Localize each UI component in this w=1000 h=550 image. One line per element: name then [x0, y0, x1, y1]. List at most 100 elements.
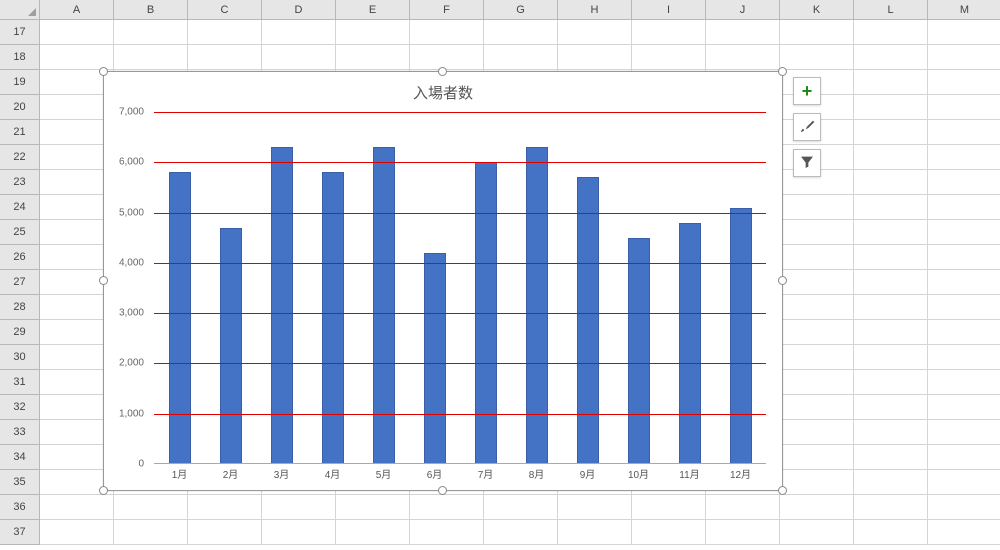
bar[interactable] [322, 172, 344, 464]
cell[interactable] [632, 520, 706, 545]
cell[interactable] [114, 495, 188, 520]
cell[interactable] [928, 395, 1000, 420]
cell[interactable] [706, 520, 780, 545]
cell[interactable] [780, 270, 854, 295]
cell[interactable] [928, 470, 1000, 495]
cell[interactable] [410, 495, 484, 520]
cell[interactable] [780, 370, 854, 395]
cell[interactable] [854, 220, 928, 245]
cell[interactable] [928, 320, 1000, 345]
row-header[interactable]: 23 [0, 170, 40, 195]
cell[interactable] [928, 120, 1000, 145]
cell[interactable] [928, 345, 1000, 370]
select-all-corner[interactable] [0, 0, 40, 20]
row-header[interactable]: 30 [0, 345, 40, 370]
column-header[interactable]: D [262, 0, 336, 20]
cell[interactable] [780, 45, 854, 70]
cell[interactable] [854, 95, 928, 120]
chart-filters-button[interactable] [793, 149, 821, 177]
cell[interactable] [558, 495, 632, 520]
bar[interactable] [424, 253, 446, 464]
chart-plot-area[interactable] [154, 112, 766, 464]
bar[interactable] [373, 147, 395, 464]
cell[interactable] [780, 195, 854, 220]
cell[interactable] [854, 120, 928, 145]
chart-styles-button[interactable] [793, 113, 821, 141]
column-header[interactable]: F [410, 0, 484, 20]
chart-title[interactable]: 入場者数 [104, 72, 782, 109]
row-header[interactable]: 32 [0, 395, 40, 420]
cell[interactable] [854, 270, 928, 295]
bar[interactable] [526, 147, 548, 464]
row-header[interactable]: 37 [0, 520, 40, 545]
cell[interactable] [632, 20, 706, 45]
cell[interactable] [854, 45, 928, 70]
cell[interactable] [558, 45, 632, 70]
cell[interactable] [410, 45, 484, 70]
cell[interactable] [780, 345, 854, 370]
row-header[interactable]: 34 [0, 445, 40, 470]
cell[interactable] [928, 95, 1000, 120]
row-header[interactable]: 25 [0, 220, 40, 245]
resize-handle-s[interactable] [438, 486, 447, 495]
cell[interactable] [780, 320, 854, 345]
cell[interactable] [780, 445, 854, 470]
cell[interactable] [40, 520, 114, 545]
cell[interactable] [928, 420, 1000, 445]
cell[interactable] [336, 45, 410, 70]
row-header[interactable]: 17 [0, 20, 40, 45]
cell[interactable] [262, 20, 336, 45]
row-header[interactable]: 36 [0, 495, 40, 520]
row-header[interactable]: 31 [0, 370, 40, 395]
column-header[interactable]: M [928, 0, 1000, 20]
cell[interactable] [928, 220, 1000, 245]
row-header[interactable]: 29 [0, 320, 40, 345]
cell[interactable] [780, 395, 854, 420]
cell[interactable] [706, 45, 780, 70]
bar[interactable] [679, 223, 701, 464]
cell[interactable] [928, 70, 1000, 95]
cell[interactable] [114, 520, 188, 545]
row-header[interactable]: 18 [0, 45, 40, 70]
cell[interactable] [188, 495, 262, 520]
cell[interactable] [854, 70, 928, 95]
cell[interactable] [114, 45, 188, 70]
cell[interactable] [632, 495, 706, 520]
cell[interactable] [262, 520, 336, 545]
cell[interactable] [484, 520, 558, 545]
resize-handle-ne[interactable] [778, 67, 787, 76]
cell[interactable] [780, 420, 854, 445]
cell[interactable] [854, 520, 928, 545]
cell[interactable] [262, 45, 336, 70]
cell[interactable] [928, 370, 1000, 395]
cell[interactable] [188, 45, 262, 70]
cell[interactable] [188, 520, 262, 545]
column-header[interactable]: J [706, 0, 780, 20]
bar[interactable] [271, 147, 293, 464]
cell[interactable] [854, 20, 928, 45]
cell[interactable] [854, 170, 928, 195]
cell[interactable] [706, 20, 780, 45]
column-header[interactable]: A [40, 0, 114, 20]
row-header[interactable]: 33 [0, 420, 40, 445]
cell[interactable] [40, 20, 114, 45]
row-header[interactable]: 27 [0, 270, 40, 295]
cell[interactable] [336, 520, 410, 545]
column-header[interactable]: L [854, 0, 928, 20]
chart-object[interactable]: 入場者数 01,0002,0003,0004,0005,0006,0007,00… [103, 71, 783, 491]
cell[interactable] [336, 20, 410, 45]
cell[interactable] [928, 170, 1000, 195]
column-header[interactable]: K [780, 0, 854, 20]
column-header[interactable]: H [558, 0, 632, 20]
cell[interactable] [780, 520, 854, 545]
resize-handle-w[interactable] [99, 276, 108, 285]
cell[interactable] [854, 470, 928, 495]
cell[interactable] [854, 320, 928, 345]
cell[interactable] [410, 520, 484, 545]
cell[interactable] [854, 495, 928, 520]
cell[interactable] [854, 370, 928, 395]
cell[interactable] [114, 20, 188, 45]
cell[interactable] [262, 495, 336, 520]
bar[interactable] [730, 208, 752, 464]
bar[interactable] [577, 177, 599, 464]
